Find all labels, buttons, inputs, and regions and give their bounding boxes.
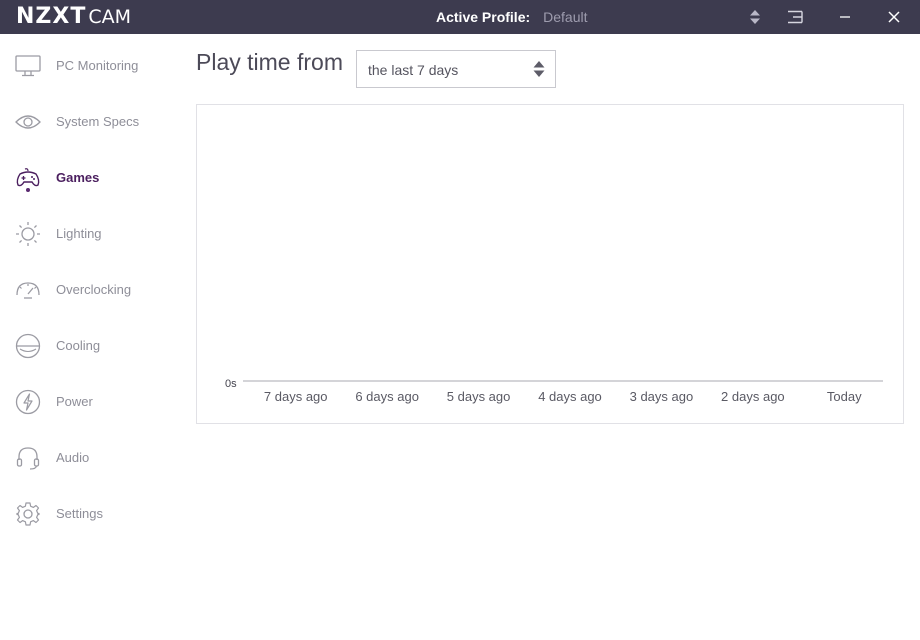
sidebar-item-power[interactable]: Power: [0, 382, 180, 422]
sidebar-item-label: Settings: [56, 506, 103, 521]
x-tick-label: 6 days ago: [355, 389, 419, 404]
sun-icon: [14, 221, 42, 247]
sidebar-item-pc-monitoring[interactable]: PC Monitoring: [0, 46, 180, 86]
sidebar: PC Monitoring System Specs Games Lightin…: [0, 34, 180, 640]
active-profile[interactable]: Active Profile: Default: [436, 9, 588, 25]
y-tick-label: 0s: [225, 378, 237, 390]
x-tick-label: 2 days ago: [721, 389, 785, 404]
select-arrows-icon: [533, 60, 545, 78]
sidebar-item-label: Lighting: [56, 226, 102, 241]
sidebar-item-label: System Specs: [56, 114, 140, 129]
menu-lines-icon[interactable]: [784, 6, 806, 28]
monitor-icon: [14, 53, 42, 79]
x-tick-label: Today: [827, 389, 862, 404]
x-tick-label: 3 days ago: [630, 389, 694, 404]
logo-main-text: NZXT: [16, 4, 87, 29]
speedometer-icon: [14, 277, 42, 303]
lightning-bolt-icon: [14, 389, 42, 415]
chart-canvas: 0s 7 days ago 6 days ago 5 days ago 4 days a…: [225, 378, 883, 404]
sidebar-item-overclocking[interactable]: Overclocking: [0, 270, 180, 310]
sidebar-item-label: Overclocking: [56, 282, 132, 297]
cooling-circle-icon: [14, 333, 42, 359]
eye-icon: [14, 109, 42, 135]
sidebar-item-label: Cooling: [56, 338, 101, 353]
sidebar-item-label: Audio: [56, 450, 90, 465]
sidebar-item-label: PC Monitoring: [56, 58, 139, 73]
sidebar-item-lighting[interactable]: Lighting: [0, 214, 180, 254]
sidebar-item-cooling[interactable]: Cooling: [0, 326, 180, 366]
sidebar-item-label: Games: [56, 170, 100, 185]
active-profile-label: Active Profile:: [436, 9, 531, 25]
close-icon[interactable]: [883, 6, 905, 28]
x-tick-label: 4 days ago: [538, 389, 602, 404]
title-bar: NZXT CAM Active Profile: Default: [0, 0, 920, 34]
sidebar-item-settings[interactable]: Settings: [0, 494, 180, 534]
sidebar-item-audio[interactable]: Audio: [0, 438, 180, 478]
x-tick-label: 5 days ago: [447, 389, 511, 404]
minimize-icon[interactable]: [834, 6, 856, 28]
sidebar-item-system-specs[interactable]: System Specs: [0, 102, 180, 142]
gear-icon: [14, 501, 42, 527]
headset-icon: [14, 445, 42, 471]
page-title: Play time from: [196, 49, 343, 75]
time-range-select[interactable]: the last 7 days: [356, 50, 556, 88]
app-logo: NZXT CAM: [16, 4, 131, 30]
time-range-value: the last 7 days: [368, 62, 459, 78]
play-time-chart: 0s 7 days ago 6 days ago 5 days ago 4 days a…: [196, 104, 904, 424]
x-tick-label: 7 days ago: [264, 389, 328, 404]
active-profile-value[interactable]: Default: [543, 9, 587, 25]
sidebar-item-label: Power: [56, 394, 93, 409]
sort-arrows-icon[interactable]: [744, 6, 766, 28]
sidebar-item-games[interactable]: Games: [0, 158, 180, 198]
active-indicator-dot: [26, 188, 30, 192]
logo-sub-text: CAM: [88, 6, 132, 28]
